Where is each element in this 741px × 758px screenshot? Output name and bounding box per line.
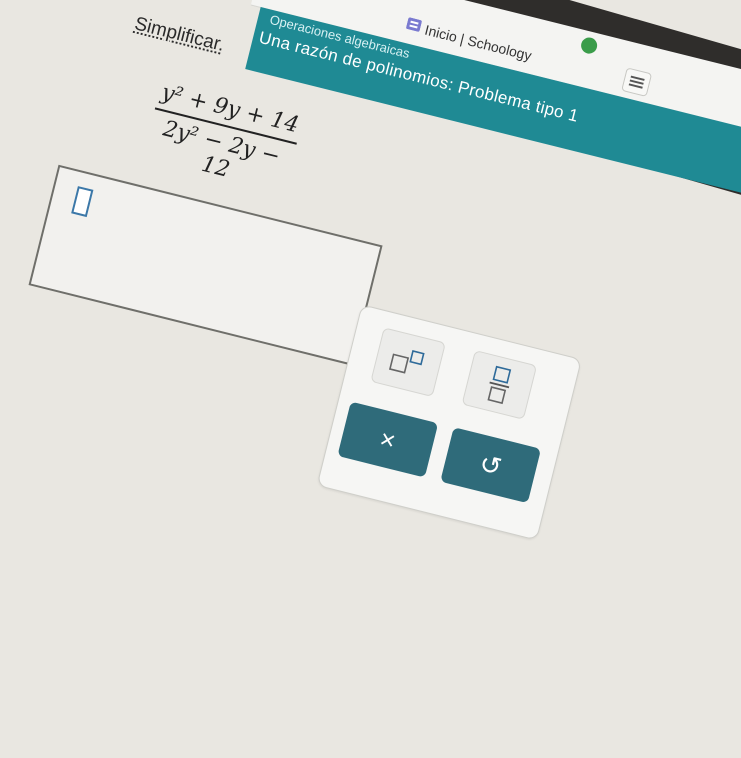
app-screen: Inicio | Schoology Operaciones algebraic… xyxy=(0,0,741,712)
superscript-button[interactable] xyxy=(370,327,446,398)
rational-expression: y² + 9y + 14 2y² − 2y − 12 xyxy=(140,79,306,198)
answer-slot[interactable] xyxy=(71,186,94,218)
undo-button[interactable]: ↺ xyxy=(440,427,542,504)
close-icon: × xyxy=(376,422,399,456)
fraction-template-icon xyxy=(487,365,512,405)
math-toolbar: × ↺ xyxy=(316,304,583,541)
answer-input[interactable] xyxy=(28,164,383,366)
clear-button[interactable]: × xyxy=(337,401,439,478)
menu-icon[interactable] xyxy=(621,67,653,97)
undo-icon: ↺ xyxy=(476,447,505,482)
schoology-favicon-icon xyxy=(406,17,422,32)
instruction-text: Simplificar. xyxy=(132,13,227,56)
superscript-template-icon xyxy=(388,350,425,374)
fraction-button[interactable] xyxy=(461,350,538,420)
extension-icon[interactable] xyxy=(579,35,599,56)
